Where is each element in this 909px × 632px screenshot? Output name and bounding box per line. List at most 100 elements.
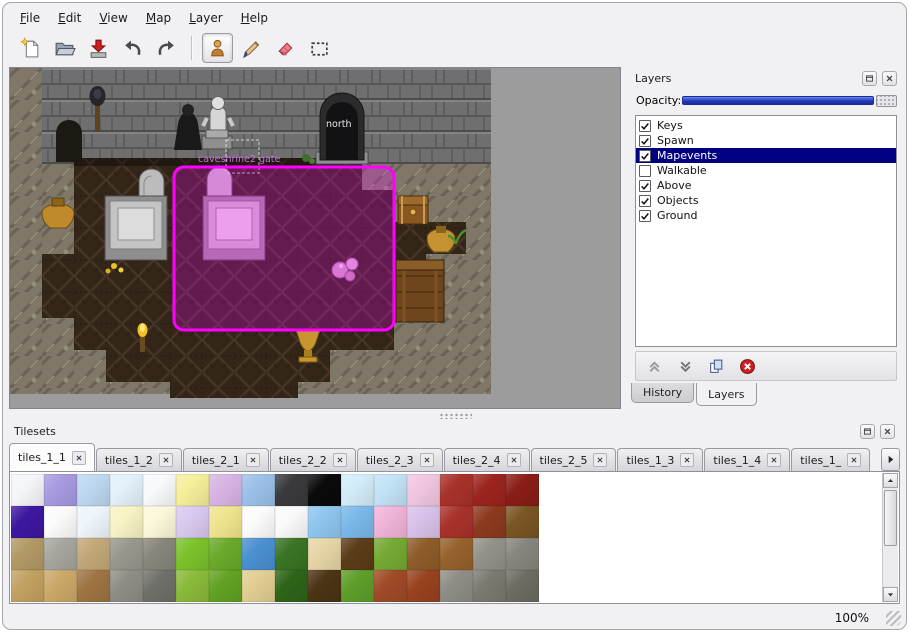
lower-layer-button[interactable] <box>675 356 695 376</box>
tile[interactable] <box>473 570 506 602</box>
menu-help[interactable]: Help <box>232 8 277 28</box>
dock-tab-layers[interactable]: Layers <box>696 383 756 406</box>
tile[interactable] <box>308 538 341 570</box>
tile[interactable] <box>407 570 440 602</box>
brush-tool-button[interactable] <box>236 33 267 63</box>
scroll-up-button[interactable] <box>883 473 898 488</box>
tab-close-icon[interactable] <box>72 451 86 465</box>
tileset-tab-tiles_2_1[interactable]: tiles_2_1 <box>183 448 269 471</box>
tile[interactable] <box>407 538 440 570</box>
selection-rectangle[interactable] <box>174 167 394 330</box>
undo-button[interactable] <box>117 33 148 63</box>
tile[interactable] <box>176 506 209 538</box>
scrollbar-thumb[interactable] <box>884 490 897 546</box>
tile[interactable] <box>473 506 506 538</box>
tile[interactable] <box>77 474 110 506</box>
tab-close-icon[interactable] <box>593 453 607 467</box>
tab-close-icon[interactable] <box>246 453 260 467</box>
tile[interactable] <box>374 570 407 602</box>
tile[interactable] <box>308 570 341 602</box>
layers-close-button[interactable] <box>882 71 897 86</box>
tile[interactable] <box>341 474 374 506</box>
open-button[interactable] <box>49 33 80 63</box>
tile[interactable] <box>341 570 374 602</box>
tileset-tab-tiles_2_2[interactable]: tiles_2_2 <box>270 448 356 471</box>
opacity-slider[interactable] <box>682 95 897 107</box>
tile[interactable] <box>176 570 209 602</box>
tile[interactable] <box>110 570 143 602</box>
tileset-tab-tiles_2_5[interactable]: tiles_2_5 <box>531 448 617 471</box>
tilesets-close-button[interactable] <box>880 424 895 439</box>
tile[interactable] <box>275 538 308 570</box>
tile[interactable] <box>374 538 407 570</box>
tile[interactable] <box>440 474 473 506</box>
tile[interactable] <box>77 570 110 602</box>
stamp-tool-button[interactable] <box>202 33 233 63</box>
tileset-tab-tiles_1_2[interactable]: tiles_1_2 <box>96 448 182 471</box>
tileset-scrollbar[interactable] <box>882 473 898 602</box>
tileset-tab-tiles_1_3[interactable]: tiles_1_3 <box>617 448 703 471</box>
menu-map[interactable]: Map <box>137 8 180 28</box>
layer-row-walkable[interactable]: Walkable <box>636 163 896 178</box>
tile[interactable] <box>341 506 374 538</box>
tile[interactable] <box>176 474 209 506</box>
tile[interactable] <box>242 570 275 602</box>
layer-visibility-checkbox[interactable] <box>639 210 651 222</box>
resize-grip[interactable] <box>886 611 901 626</box>
tile[interactable] <box>440 506 473 538</box>
eraser-tool-button[interactable] <box>270 33 301 63</box>
tab-close-icon[interactable] <box>420 453 434 467</box>
tab-close-icon[interactable] <box>767 453 781 467</box>
menu-file[interactable]: File <box>11 8 49 28</box>
tile[interactable] <box>473 474 506 506</box>
tile[interactable] <box>77 538 110 570</box>
tile[interactable] <box>11 570 44 602</box>
tile[interactable] <box>275 474 308 506</box>
tile[interactable] <box>374 474 407 506</box>
layer-visibility-checkbox[interactable] <box>639 135 651 147</box>
tile[interactable] <box>44 570 77 602</box>
tile[interactable] <box>44 474 77 506</box>
tile[interactable] <box>110 538 143 570</box>
tile[interactable] <box>110 474 143 506</box>
tile[interactable] <box>275 570 308 602</box>
tile[interactable] <box>374 506 407 538</box>
tile[interactable] <box>176 538 209 570</box>
tile[interactable] <box>242 506 275 538</box>
tile[interactable] <box>506 538 539 570</box>
menu-view[interactable]: View <box>90 8 136 28</box>
tile[interactable] <box>143 570 176 602</box>
tile[interactable] <box>209 506 242 538</box>
tile[interactable] <box>209 570 242 602</box>
layer-visibility-checkbox[interactable] <box>639 180 651 192</box>
tile[interactable] <box>341 538 374 570</box>
tileset-tab-tiles_2_3[interactable]: tiles_2_3 <box>357 448 443 471</box>
delete-layer-button[interactable] <box>737 356 757 376</box>
dock-tab-history[interactable]: History <box>631 383 694 403</box>
tileset-tab-tiles_1_4[interactable]: tiles_1_4 <box>704 448 790 471</box>
tile[interactable] <box>407 474 440 506</box>
tile[interactable] <box>242 538 275 570</box>
layer-row-ground[interactable]: Ground <box>636 208 896 223</box>
tile[interactable] <box>407 506 440 538</box>
tile[interactable] <box>506 570 539 602</box>
layers-float-button[interactable] <box>862 71 877 86</box>
tilesets-float-button[interactable] <box>860 424 875 439</box>
tile[interactable] <box>308 474 341 506</box>
layer-row-objects[interactable]: Objects <box>636 193 896 208</box>
tile[interactable] <box>44 506 77 538</box>
tile[interactable] <box>110 506 143 538</box>
menu-edit[interactable]: Edit <box>49 8 90 28</box>
tile[interactable] <box>440 570 473 602</box>
marquee-select-tool-button[interactable] <box>304 33 335 63</box>
tile[interactable] <box>11 474 44 506</box>
tile[interactable] <box>44 538 77 570</box>
tab-close-icon[interactable] <box>159 453 173 467</box>
tileset-tab-tiles_1_1[interactable]: tiles_1_1 <box>9 443 95 471</box>
tab-close-icon[interactable] <box>680 453 694 467</box>
tab-scroll-right-button[interactable] <box>881 448 900 471</box>
map-image[interactable]: caveshrine2 gate north <box>10 68 620 408</box>
layer-visibility-checkbox[interactable] <box>639 120 651 132</box>
tile[interactable] <box>143 506 176 538</box>
layer-row-above[interactable]: Above <box>636 178 896 193</box>
